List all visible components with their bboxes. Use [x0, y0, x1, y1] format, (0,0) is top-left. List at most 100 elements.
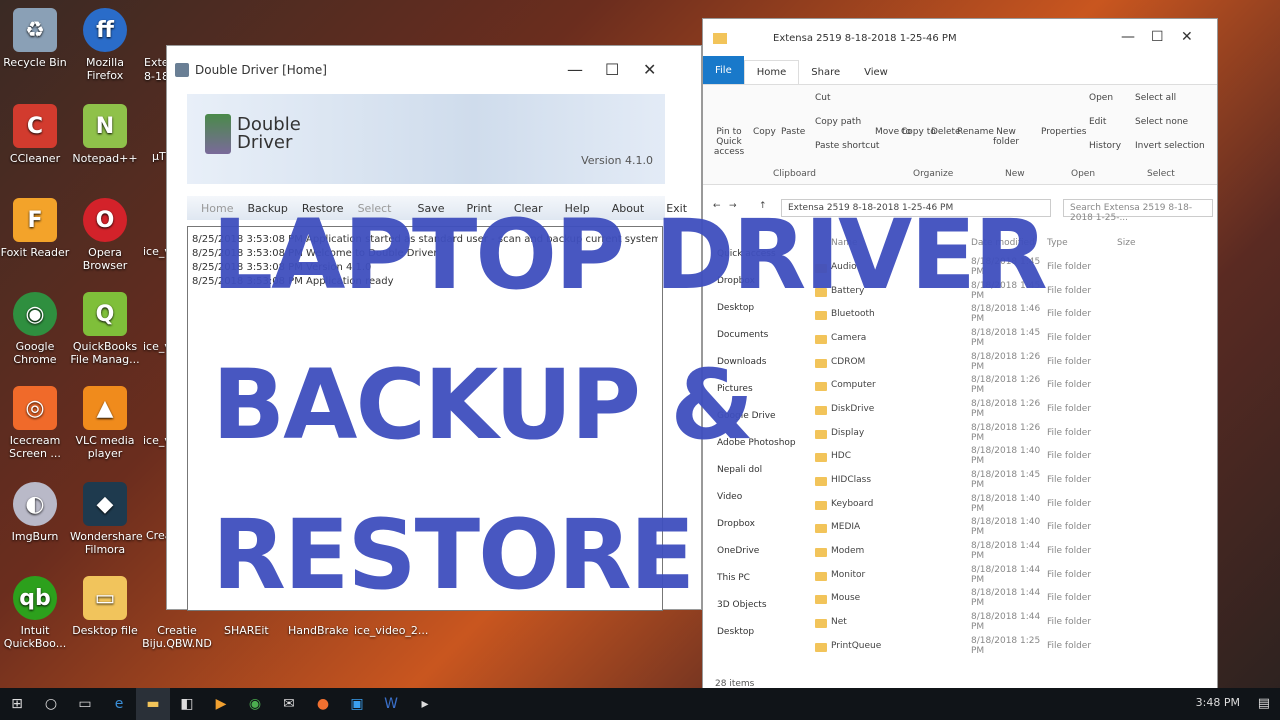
desktop-icon[interactable]: ◉ Google Chrome — [0, 292, 70, 366]
nav-item[interactable]: 3D Objects — [717, 592, 803, 619]
notification-icon[interactable]: ▤ — [1258, 696, 1270, 711]
minimize-icon[interactable]: — — [567, 60, 583, 79]
desktop-bottom-label[interactable]: SHAREit — [224, 624, 269, 637]
search-icon[interactable]: ○ — [34, 688, 68, 720]
desktop-bottom-label[interactable]: HandBrake — [288, 624, 349, 637]
nav-item[interactable]: Dropbox — [717, 511, 803, 538]
window-titlebar[interactable]: Extensa 2519 8-18-2018 1-25-46 PM — ☐ ✕ — [703, 19, 1217, 57]
group-label: Select — [1147, 169, 1175, 179]
desktop-icon-label: Wondershare Filmora — [70, 530, 143, 556]
table-row[interactable]: Keyboard 8/18/2018 1:40 PM File folder — [811, 492, 1211, 516]
maximize-icon[interactable]: ☐ — [605, 60, 619, 79]
desktop-icon[interactable]: Q QuickBooks File Manag... — [70, 292, 140, 366]
cut-button[interactable]: Cut — [815, 93, 831, 103]
table-row[interactable]: MEDIA 8/18/2018 1:40 PM File folder — [811, 516, 1211, 540]
invert-selection-button[interactable]: Invert selection — [1135, 141, 1205, 151]
minimize-icon[interactable]: — — [1121, 29, 1135, 45]
firefox-icon: ff — [83, 8, 127, 52]
desktop-icon-label: ImgBurn — [11, 530, 59, 543]
desktop-icon[interactable]: N Notepad++ — [70, 104, 140, 165]
terminal-icon[interactable]: ▸ — [408, 688, 442, 720]
paste-shortcut-button[interactable]: Paste shortcut — [815, 141, 879, 151]
desktop-icon[interactable]: qb Intuit QuickBoo... — [0, 576, 70, 650]
desktop-icon-label: QuickBooks File Manag... — [70, 340, 140, 366]
close-icon[interactable]: ✕ — [643, 60, 656, 79]
table-row[interactable]: DiskDrive 8/18/2018 1:26 PM File folder — [811, 397, 1211, 421]
desktop-icon[interactable]: ♻ Recycle Bin — [0, 8, 70, 69]
new-folder-button[interactable]: New folder — [993, 127, 1019, 147]
tab-file[interactable]: File — [703, 56, 744, 84]
table-row[interactable]: Camera 8/18/2018 1:45 PM File folder — [811, 326, 1211, 350]
window-titlebar[interactable]: Double Driver [Home] — ☐ ✕ — [167, 46, 701, 94]
paste-button[interactable]: Paste — [781, 127, 805, 137]
maximize-icon[interactable]: ☐ — [1151, 29, 1164, 45]
col-type[interactable]: Type — [1047, 238, 1117, 248]
tab-share[interactable]: Share — [799, 61, 852, 84]
pin-quick-access-button[interactable]: Pin to Quick access — [707, 127, 751, 157]
desktop-icon[interactable]: ◐ ImgBurn — [0, 482, 70, 543]
edge-icon[interactable]: e — [102, 688, 136, 720]
nav-item[interactable]: Video — [717, 484, 803, 511]
word-icon[interactable]: W — [374, 688, 408, 720]
table-row[interactable]: PrintQueue 8/18/2018 1:25 PM File folder — [811, 634, 1211, 658]
copy-button[interactable]: Copy — [753, 127, 776, 137]
podcast-icon[interactable]: ● — [306, 688, 340, 720]
desktop-bottom-label[interactable]: ice_video_2... — [354, 624, 428, 637]
clock[interactable]: 3:48 PM — [1196, 696, 1240, 709]
desktop-partial-label[interactable]: Exte — [144, 56, 169, 69]
group-label: Open — [1071, 169, 1096, 179]
table-row[interactable]: HDC 8/18/2018 1:40 PM File folder — [811, 445, 1211, 469]
close-icon[interactable]: ✕ — [1181, 29, 1193, 45]
select-all-button[interactable]: Select all — [1135, 93, 1176, 103]
desktop-icon[interactable]: C CCleaner — [0, 104, 70, 165]
windows-start-icon[interactable]: ⊞ — [0, 688, 34, 720]
desktop-partial-label[interactable]: µT — [152, 150, 166, 163]
table-row[interactable]: Mouse 8/18/2018 1:44 PM File folder — [811, 587, 1211, 611]
desktop-icon-label: Desktop file — [72, 624, 138, 637]
copy-path-button[interactable]: Copy path — [815, 117, 861, 127]
tab-home[interactable]: Home — [743, 60, 800, 84]
ribbon: Pin to Quick access Copy Paste Cut Copy … — [703, 85, 1217, 185]
media-icon[interactable]: ▶ — [204, 688, 238, 720]
open-button[interactable]: Open — [1089, 93, 1113, 103]
desktop-icon[interactable]: ◎ Icecream Screen ... — [0, 386, 70, 460]
group-label: Organize — [913, 169, 954, 179]
task-view-icon[interactable]: ▭ — [68, 688, 102, 720]
table-row[interactable]: Net 8/18/2018 1:44 PM File folder — [811, 610, 1211, 634]
col-size[interactable]: Size — [1117, 238, 1135, 248]
chrome-icon[interactable]: ◉ — [238, 688, 272, 720]
desktop-icon[interactable]: ff Mozilla Firefox — [70, 8, 140, 82]
desktop-icon-label: Google Chrome — [13, 340, 57, 366]
desktop-icon-label: Recycle Bin — [3, 56, 67, 69]
properties-button[interactable]: Properties — [1041, 127, 1086, 137]
headline-line3: RESTORE — [212, 499, 695, 611]
nav-item[interactable]: This PC — [717, 565, 803, 592]
nav-item[interactable]: Documents — [717, 322, 803, 349]
desktop-icon[interactable]: ▲ VLC media player — [70, 386, 140, 460]
select-none-button[interactable]: Select none — [1135, 117, 1188, 127]
mail-icon[interactable]: ✉ — [272, 688, 306, 720]
search-input[interactable]: Search Extensa 2519 8-18-2018 1-25-... — [1063, 199, 1213, 223]
desktop-icon[interactable]: ◆ Wondershare Filmora — [70, 482, 143, 556]
imgburn-icon: ◐ — [13, 482, 57, 526]
nav-item[interactable]: Nepali dol — [717, 457, 803, 484]
nav-item[interactable]: OneDrive — [717, 538, 803, 565]
table-row[interactable]: CDROM 8/18/2018 1:26 PM File folder — [811, 350, 1211, 374]
app-icon[interactable]: ▣ — [340, 688, 374, 720]
rename-button[interactable]: Rename — [957, 127, 994, 137]
history-button[interactable]: History — [1089, 141, 1121, 151]
nav-item[interactable]: Desktop — [717, 619, 803, 646]
table-row[interactable]: Modem 8/18/2018 1:44 PM File folder — [811, 539, 1211, 563]
table-row[interactable]: Computer 8/18/2018 1:26 PM File folder — [811, 373, 1211, 397]
edit-button[interactable]: Edit — [1089, 117, 1106, 127]
desktop-bottom-label[interactable]: Creatie Biju.QBW.ND — [142, 624, 212, 650]
desktop-icon[interactable]: F Foxit Reader — [0, 198, 70, 259]
tab-view[interactable]: View — [852, 61, 900, 84]
desktop-icon[interactable]: O Opera Browser — [70, 198, 140, 272]
table-row[interactable]: Display 8/18/2018 1:26 PM File folder — [811, 421, 1211, 445]
file-explorer-icon[interactable]: ▬ — [136, 688, 170, 720]
table-row[interactable]: HIDClass 8/18/2018 1:45 PM File folder — [811, 468, 1211, 492]
table-row[interactable]: Monitor 8/18/2018 1:44 PM File folder — [811, 563, 1211, 587]
store-icon[interactable]: ◧ — [170, 688, 204, 720]
desktop-icon[interactable]: ▭ Desktop file — [70, 576, 140, 637]
